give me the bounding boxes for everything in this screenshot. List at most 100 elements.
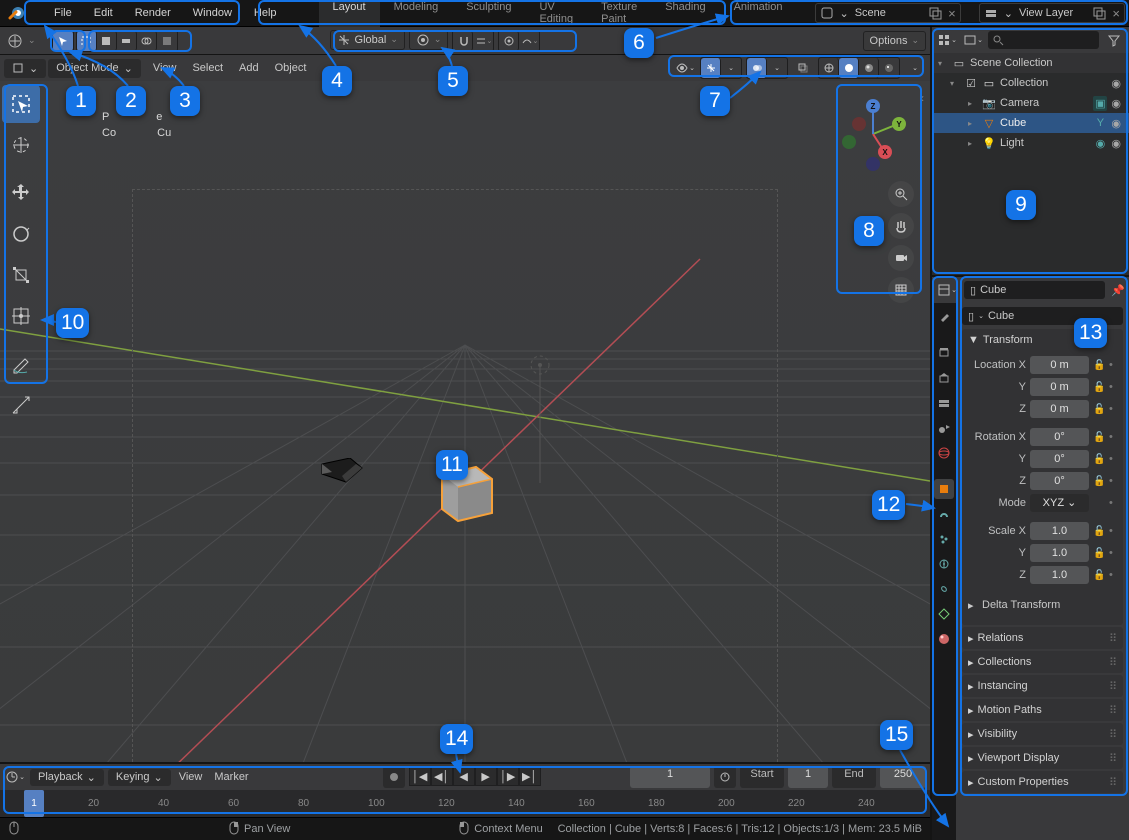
- eye-icon[interactable]: ◉: [1111, 117, 1121, 130]
- xray-icon[interactable]: [792, 57, 814, 79]
- light-object[interactable]: [528, 353, 558, 486]
- editor-type-timeline-icon[interactable]: ⌄: [4, 766, 26, 788]
- select-box-tool[interactable]: [2, 85, 40, 123]
- move-tool[interactable]: [2, 174, 40, 212]
- outliner-scene-collection[interactable]: ▾ ▭ Scene Collection: [932, 53, 1129, 73]
- menu-render[interactable]: Render: [125, 3, 181, 23]
- outliner-search[interactable]: [988, 31, 1099, 49]
- object-icon-dropdown[interactable]: ⌄: [4, 59, 46, 78]
- invert-select-icon[interactable]: [157, 31, 177, 51]
- autokey-icon[interactable]: [383, 766, 405, 788]
- physics-tab-icon[interactable]: [934, 554, 954, 574]
- display-mode-icon[interactable]: ⌄: [962, 29, 984, 51]
- scale-y-field[interactable]: 1.0: [1030, 544, 1089, 562]
- mode-dropdown[interactable]: Object Mode⌄: [48, 59, 141, 78]
- particles-tab-icon[interactable]: [934, 529, 954, 549]
- snap-toggle-icon[interactable]: [453, 31, 473, 51]
- scale-x-field[interactable]: 1.0: [1030, 522, 1089, 540]
- location-y-field[interactable]: 0 m: [1030, 378, 1089, 396]
- location-z-field[interactable]: 0 m: [1030, 400, 1089, 418]
- add-menu[interactable]: Add: [239, 62, 259, 74]
- prev-keyframe-icon[interactable]: ◀│: [431, 766, 453, 786]
- neg-z-axis-ball[interactable]: [866, 157, 880, 171]
- subtract-select-icon[interactable]: [117, 31, 137, 51]
- z-axis-ball[interactable]: Z: [866, 99, 880, 113]
- data-tab-icon[interactable]: [934, 604, 954, 624]
- tweak-select-icon[interactable]: [53, 31, 73, 51]
- lock-icon[interactable]: 🔓: [1093, 432, 1105, 443]
- proportional-falloff-icon[interactable]: ⌄: [519, 31, 539, 51]
- menu-help[interactable]: Help: [244, 3, 287, 23]
- rotate-tool[interactable]: [2, 215, 40, 253]
- close-icon[interactable]: ×: [948, 6, 956, 21]
- rendered-shading-icon[interactable]: [879, 58, 899, 78]
- perspective-icon[interactable]: [888, 277, 914, 303]
- outliner-collection[interactable]: ▾ ☑ ▭ Collection ◉: [932, 73, 1129, 93]
- wireframe-shading-icon[interactable]: [819, 58, 839, 78]
- current-frame-field[interactable]: 1: [630, 766, 710, 788]
- 3d-viewport[interactable]: P e Co Cu: [0, 81, 930, 762]
- annotate-tool[interactable]: [2, 345, 40, 383]
- pin-icon[interactable]: 📌: [1111, 284, 1125, 297]
- customprops-section[interactable]: ▸Custom Properties⠿: [962, 771, 1123, 793]
- tool-tab-icon[interactable]: [934, 307, 954, 327]
- scene-selector[interactable]: ⌄ Scene ×: [815, 3, 961, 23]
- world-tab-icon[interactable]: [934, 443, 954, 463]
- options-dropdown[interactable]: Options⌄: [863, 31, 926, 51]
- rotation-z-field[interactable]: 0°: [1030, 472, 1089, 490]
- timeline-ruler[interactable]: 1 20 40 60 80 100 120 140 160 180 200 22…: [0, 790, 930, 817]
- zoom-icon[interactable]: [888, 181, 914, 207]
- mesh-data-icon[interactable]: Y: [1093, 117, 1107, 129]
- outliner-item-light[interactable]: ▸ 💡 Light ◉ ◉: [932, 133, 1129, 153]
- pivot-dropdown[interactable]: ⌄: [409, 30, 449, 50]
- constraints-tab-icon[interactable]: [934, 579, 954, 599]
- output-tab-icon[interactable]: [934, 368, 954, 388]
- matprev-shading-icon[interactable]: [859, 58, 879, 78]
- neg-x-axis-ball[interactable]: [852, 117, 866, 131]
- jump-start-icon[interactable]: │◀: [409, 766, 431, 786]
- object-tab-icon[interactable]: [934, 479, 954, 499]
- lock-icon[interactable]: 🔓: [1093, 526, 1105, 537]
- play-icon[interactable]: ▶: [475, 766, 497, 786]
- transform-tool[interactable]: [2, 297, 40, 335]
- lock-icon[interactable]: 🔓: [1093, 382, 1105, 393]
- intersect-select-icon[interactable]: [137, 31, 157, 51]
- collections-section[interactable]: ▸Collections⠿: [962, 651, 1123, 673]
- playhead[interactable]: 1: [24, 790, 44, 817]
- lock-icon[interactable]: 🔓: [1093, 360, 1105, 371]
- blender-logo-icon[interactable]: [8, 4, 26, 22]
- orientation-dropdown[interactable]: Global⌄: [330, 30, 405, 50]
- camera-view-icon[interactable]: [888, 245, 914, 271]
- instancing-section[interactable]: ▸Instancing⠿: [962, 675, 1123, 697]
- rotation-x-field[interactable]: 0°: [1030, 428, 1089, 446]
- scale-z-field[interactable]: 1.0: [1030, 566, 1089, 584]
- cursor-tool[interactable]: [2, 126, 40, 164]
- menu-edit[interactable]: Edit: [84, 3, 123, 23]
- neg-y-axis-ball[interactable]: [842, 135, 856, 149]
- overlays-toggle-icon[interactable]: [747, 58, 767, 78]
- delta-transform-header[interactable]: ▸Delta Transform: [968, 595, 1117, 615]
- lock-icon[interactable]: 🔓: [1093, 570, 1105, 581]
- duplicate-icon[interactable]: [1092, 6, 1106, 20]
- keying-dropdown[interactable]: Keying⌄: [108, 769, 171, 786]
- gizmo-toggle-icon[interactable]: [701, 58, 721, 78]
- sidepanel-toggle[interactable]: ‹: [920, 91, 928, 105]
- x-axis-ball[interactable]: X: [878, 145, 892, 159]
- proportional-toggle-icon[interactable]: [499, 31, 519, 51]
- viewlayer-tab-icon[interactable]: [934, 393, 954, 413]
- scale-tool[interactable]: [2, 256, 40, 294]
- scene-tab-icon[interactable]: [934, 418, 954, 438]
- next-keyframe-icon[interactable]: │▶: [497, 766, 519, 786]
- menu-file[interactable]: File: [44, 3, 82, 23]
- tl-marker-menu[interactable]: Marker: [214, 771, 248, 783]
- relations-section[interactable]: ▸Relations⠿: [962, 627, 1123, 649]
- measure-tool[interactable]: [2, 386, 40, 424]
- lock-icon[interactable]: 🔓: [1093, 454, 1105, 465]
- outliner-item-camera[interactable]: ▸ 📷 Camera ▣ ◉: [932, 93, 1129, 113]
- eye-icon[interactable]: ◉: [1111, 77, 1121, 90]
- start-frame-field[interactable]: 1: [788, 766, 828, 788]
- render-tab-icon[interactable]: [934, 343, 954, 363]
- lock-icon[interactable]: 🔓: [1093, 476, 1105, 487]
- playback-dropdown[interactable]: Playback⌄: [30, 769, 104, 786]
- lock-icon[interactable]: 🔓: [1093, 404, 1105, 415]
